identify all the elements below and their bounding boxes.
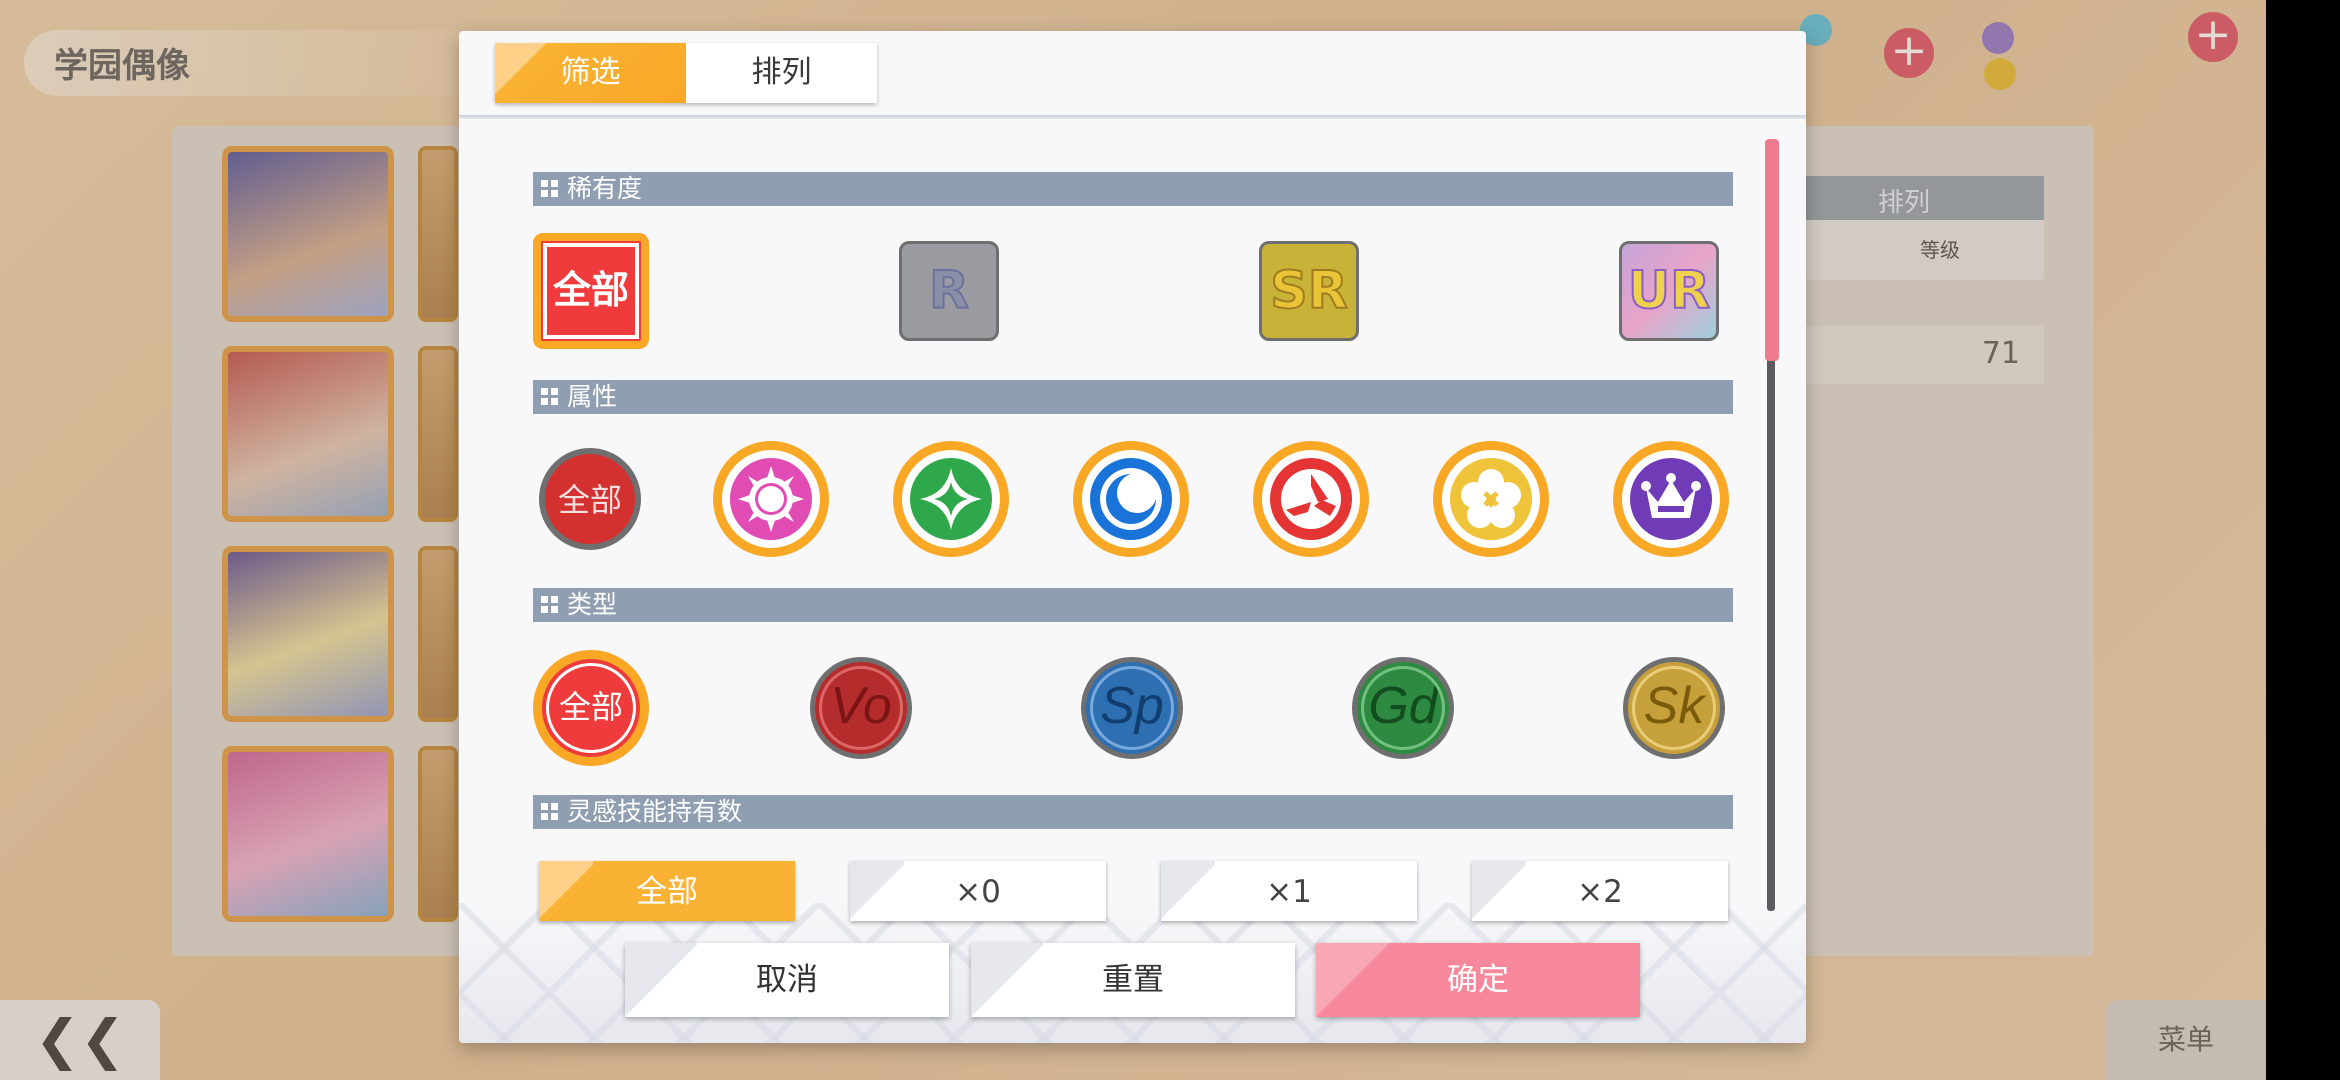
skill-count-all-button[interactable]: 全部 xyxy=(539,861,795,921)
cancel-button[interactable]: 取消 xyxy=(625,943,949,1017)
tab-filter[interactable]: 筛选 xyxy=(495,43,686,103)
rarity-r-button[interactable]: R xyxy=(899,241,999,341)
attribute-pure-button[interactable] xyxy=(893,441,1009,557)
section-header-inspiration: 灵感技能持有数 xyxy=(533,795,1733,829)
type-vo-button[interactable]: Vo xyxy=(810,657,912,759)
filter-scroll-area[interactable]: 稀有度 全部 R SR UR 属性 全部 类型 全部 Vo Sp Gd Sk 灵… xyxy=(459,123,1806,943)
rarity-all-button[interactable]: 全部 xyxy=(533,233,649,349)
elegant-icon xyxy=(1630,458,1712,540)
attribute-smile-button[interactable] xyxy=(713,441,829,557)
section-title: 灵感技能持有数 xyxy=(567,797,743,826)
attribute-all-button[interactable]: 全部 xyxy=(539,448,641,550)
attribute-elegant-button[interactable] xyxy=(1613,441,1729,557)
reset-button[interactable]: 重置 xyxy=(971,943,1295,1017)
natural-icon xyxy=(1450,458,1532,540)
type-gd-button[interactable]: Gd xyxy=(1352,657,1454,759)
rarity-ur-button[interactable]: UR xyxy=(1619,241,1719,341)
dialog-tabs: 筛选 排列 xyxy=(495,43,877,103)
rarity-sr-button[interactable]: SR xyxy=(1259,241,1359,341)
section-title: 稀有度 xyxy=(567,174,643,203)
section-title: 属性 xyxy=(567,382,618,411)
filter-dialog: 筛选 排列 稀有度 全部 R SR UR 属性 全部 类型 全部 Vo Sp G… xyxy=(459,31,1806,1043)
type-sk-button[interactable]: Sk xyxy=(1623,657,1725,759)
active-icon xyxy=(1270,458,1352,540)
pure-icon xyxy=(910,458,992,540)
grid-icon xyxy=(541,388,559,406)
scrollbar-thumb[interactable] xyxy=(1765,139,1779,361)
type-all-button[interactable]: 全部 xyxy=(533,650,649,766)
grid-icon xyxy=(541,596,559,614)
attribute-cool-button[interactable] xyxy=(1073,441,1189,557)
attribute-natural-button[interactable] xyxy=(1433,441,1549,557)
section-header-rarity: 稀有度 xyxy=(533,172,1733,206)
type-sp-button[interactable]: Sp xyxy=(1081,657,1183,759)
section-header-type: 类型 xyxy=(533,588,1733,622)
grid-icon xyxy=(541,803,559,821)
skill-count-2-button[interactable]: ×2 xyxy=(1472,861,1728,921)
cool-icon xyxy=(1090,458,1172,540)
skill-count-1-button[interactable]: ×1 xyxy=(1161,861,1417,921)
skill-count-0-button[interactable]: ×0 xyxy=(850,861,1106,921)
section-header-attribute: 属性 xyxy=(533,380,1733,414)
smile-icon xyxy=(730,458,812,540)
attribute-active-button[interactable] xyxy=(1253,441,1369,557)
confirm-button[interactable]: 确定 xyxy=(1316,943,1640,1017)
header-divider xyxy=(459,115,1806,119)
section-title: 类型 xyxy=(567,590,618,619)
grid-icon xyxy=(541,180,559,198)
tab-sort[interactable]: 排列 xyxy=(686,43,877,103)
screen-edge xyxy=(2266,0,2340,1080)
